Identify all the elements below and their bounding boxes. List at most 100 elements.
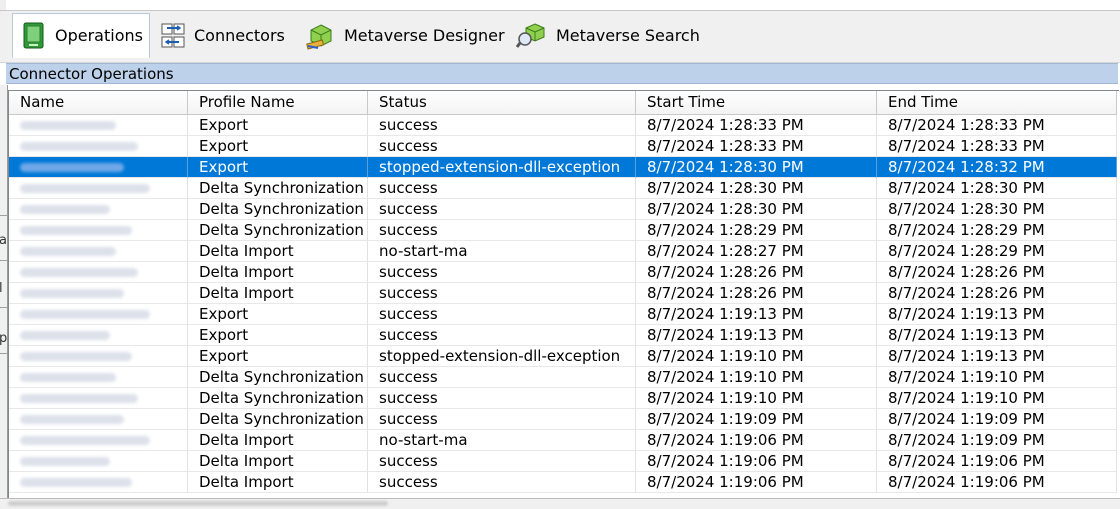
cell-end-time: 8/7/2024 1:19:06 PM [877, 472, 1117, 493]
left-edge-divider [0, 307, 7, 308]
cell-name-redacted [9, 220, 188, 241]
cell-name-redacted [9, 346, 188, 367]
left-edge-divider [0, 260, 7, 261]
top-edge-tick [0, 0, 6, 10]
cell-end-time: 8/7/2024 1:28:29 PM [877, 220, 1117, 241]
cell-start-time: 8/7/2024 1:28:33 PM [636, 115, 877, 136]
table-row[interactable]: Delta Import success 8/7/2024 1:19:06 PM 8/… [9, 472, 1117, 493]
left-edge-glyph: p [0, 331, 8, 346]
main-toolbar: Operations Connectors Metaverse Designer… [0, 11, 1120, 63]
left-edge-divider [0, 215, 7, 216]
toolbar-operations-button[interactable]: Operations [12, 13, 150, 58]
cell-end-time: 8/7/2024 1:19:13 PM [877, 304, 1117, 325]
toolbar-metaverse-search-button[interactable]: Metaverse Search [516, 13, 706, 58]
table-row[interactable]: Export success 8/7/2024 1:19:13 PM 8/7/2024… [9, 304, 1117, 325]
connector-operations-header: Connector Operations [6, 63, 1118, 84]
table-row[interactable]: Delta Synchronization success 8/7/2024 1:2… [9, 220, 1117, 241]
redacted-name-blur [20, 457, 110, 466]
cell-status: stopped-extension-dll-exception [368, 157, 636, 178]
cell-name-redacted [9, 367, 188, 388]
table-row[interactable]: Delta Synchronization success 8/7/2024 1:1… [9, 388, 1117, 409]
metaverse-designer-icon [306, 23, 332, 50]
table-row[interactable]: Delta Import success 8/7/2024 1:28:26 PM 8/… [9, 283, 1117, 304]
cell-start-time: 8/7/2024 1:28:27 PM [636, 241, 877, 262]
column-header-start-time[interactable]: Start Time [636, 91, 877, 114]
cell-end-time: 8/7/2024 1:28:30 PM [877, 199, 1117, 220]
table-row[interactable]: Export stopped-extension-dll-exception 8/7… [9, 346, 1117, 367]
cell-start-time: 8/7/2024 1:28:30 PM [636, 199, 877, 220]
redacted-name-blur [20, 226, 132, 235]
cell-name-redacted [9, 241, 188, 262]
cell-status: success [368, 220, 636, 241]
cell-name-redacted [9, 178, 188, 199]
cell-start-time: 8/7/2024 1:19:10 PM [636, 367, 877, 388]
cell-start-time: 8/7/2024 1:28:26 PM [636, 262, 877, 283]
table-row[interactable]: Delta Synchronization success 8/7/2024 1:2… [9, 178, 1117, 199]
redacted-name-blur [20, 478, 132, 487]
table-row[interactable]: Delta Synchronization success 8/7/2024 1:1… [9, 409, 1117, 430]
cell-profile-name: Delta Synchronization [188, 220, 368, 241]
cell-status: success [368, 367, 636, 388]
cell-status: success [368, 136, 636, 157]
redacted-name-blur [20, 205, 110, 214]
cell-profile-name: Export [188, 115, 368, 136]
grid-rows: Export success 8/7/2024 1:28:33 PM 8/7/2024… [9, 115, 1117, 493]
toolbar-connectors-label: Connectors [194, 26, 285, 45]
redacted-name-blur [20, 415, 124, 424]
cell-profile-name: Export [188, 304, 368, 325]
cell-profile-name: Delta Import [188, 262, 368, 283]
cell-name-redacted [9, 157, 188, 178]
table-row[interactable]: Delta Import success 8/7/2024 1:19:06 PM 8/… [9, 451, 1117, 472]
cell-profile-name: Delta Synchronization [188, 367, 368, 388]
column-header-status[interactable]: Status [368, 91, 636, 114]
cell-profile-name: Delta Synchronization [188, 388, 368, 409]
cell-end-time: 8/7/2024 1:28:32 PM [877, 157, 1117, 178]
redacted-name-blur [20, 373, 116, 382]
redacted-name-blur [20, 184, 150, 193]
cell-end-time: 8/7/2024 1:28:33 PM [877, 115, 1117, 136]
table-row[interactable]: Export success 8/7/2024 1:28:33 PM 8/7/2024… [9, 136, 1117, 157]
cell-start-time: 8/7/2024 1:28:30 PM [636, 178, 877, 199]
cell-end-time: 8/7/2024 1:28:26 PM [877, 283, 1117, 304]
column-header-name[interactable]: Name [9, 91, 188, 114]
cell-profile-name: Delta Synchronization [188, 199, 368, 220]
cell-name-redacted [9, 283, 188, 304]
cell-start-time: 8/7/2024 1:19:13 PM [636, 325, 877, 346]
table-row[interactable]: Delta Import no-start-ma 8/7/2024 1:19:06 … [9, 430, 1117, 451]
redacted-name-blur [20, 310, 150, 319]
cell-profile-name: Export [188, 136, 368, 157]
cell-profile-name: Export [188, 346, 368, 367]
cell-name-redacted [9, 199, 188, 220]
cell-end-time: 8/7/2024 1:19:13 PM [877, 325, 1117, 346]
cell-end-time: 8/7/2024 1:28:26 PM [877, 262, 1117, 283]
cell-status: success [368, 325, 636, 346]
toolbar-metaverse-designer-button[interactable]: Metaverse Designer [306, 13, 506, 58]
table-row[interactable]: Export success 8/7/2024 1:28:33 PM 8/7/2024… [9, 115, 1117, 136]
table-row[interactable]: Delta Import success 8/7/2024 1:28:26 PM 8/… [9, 262, 1117, 283]
column-header-end-time[interactable]: End Time [877, 91, 1117, 114]
cell-profile-name: Delta Import [188, 451, 368, 472]
cell-status: no-start-ma [368, 241, 636, 262]
column-header-profile-name[interactable]: Profile Name [188, 91, 368, 114]
cell-profile-name: Export [188, 157, 368, 178]
table-row[interactable]: Delta Synchronization success 8/7/2024 1:1… [9, 367, 1117, 388]
cell-start-time: 8/7/2024 1:28:30 PM [636, 157, 877, 178]
redacted-name-blur [20, 163, 124, 172]
table-row[interactable]: Export stopped-extension-dll-exception 8/7… [9, 157, 1117, 178]
cell-status: success [368, 178, 636, 199]
status-bar-text-blurred [8, 501, 388, 506]
toolbar-operations-label: Operations [55, 26, 143, 45]
cell-end-time: 8/7/2024 1:28:29 PM [877, 241, 1117, 262]
left-edge-glyph: l [0, 281, 3, 296]
metaverse-search-icon [516, 22, 545, 48]
redacted-name-blur [20, 289, 124, 298]
table-row[interactable]: Delta Synchronization success 8/7/2024 1:2… [9, 199, 1117, 220]
toolbar-connectors-button[interactable]: Connectors [160, 13, 290, 58]
cell-start-time: 8/7/2024 1:19:06 PM [636, 472, 877, 493]
table-row[interactable]: Export success 8/7/2024 1:19:13 PM 8/7/2024… [9, 325, 1117, 346]
redacted-name-blur [20, 121, 116, 130]
window-top-edge [0, 0, 1120, 11]
cell-status: success [368, 388, 636, 409]
operations-grid[interactable]: Name Profile Name Status Start Time End … [8, 90, 1119, 499]
table-row[interactable]: Delta Import no-start-ma 8/7/2024 1:28:27 … [9, 241, 1117, 262]
